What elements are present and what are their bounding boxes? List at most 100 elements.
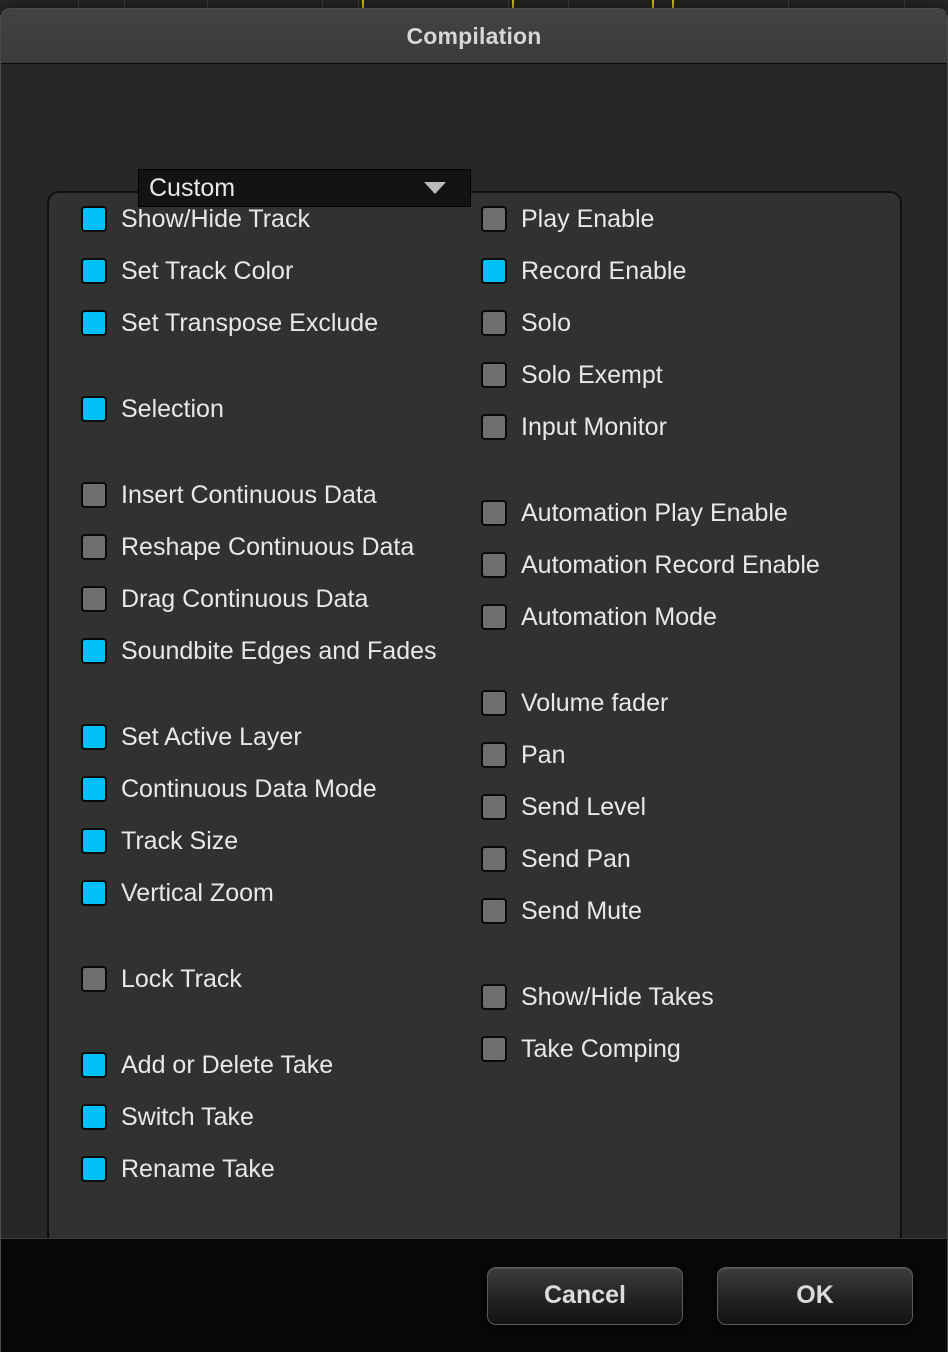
checkbox-solo-exempt[interactable]	[481, 362, 507, 388]
option-label: Lock Track	[121, 964, 242, 993]
option-row-solo-exempt[interactable]: Solo Exempt	[481, 349, 891, 401]
option-label: Set Transpose Exclude	[121, 308, 379, 337]
option-label: Soundbite Edges and Fades	[121, 636, 437, 665]
checkbox-record-enable[interactable]	[481, 258, 507, 284]
dialog-body: Custom Show/Hide Track Set Track Color Set…	[1, 64, 947, 1254]
option-row-soundbite-edges-and-fades[interactable]: Soundbite Edges and Fades	[81, 625, 501, 677]
option-label: Send Level	[521, 792, 647, 821]
checkbox-send-level[interactable]	[481, 794, 507, 820]
option-row-drag-continuous-data[interactable]: Drag Continuous Data	[81, 573, 501, 625]
option-row-set-track-color[interactable]: Set Track Color	[81, 245, 501, 297]
option-row-pan[interactable]: Pan	[481, 729, 891, 781]
option-row-automation-record-enable[interactable]: Automation Record Enable	[481, 539, 891, 591]
option-row-selection[interactable]: Selection	[81, 383, 501, 435]
option-row-input-monitor[interactable]: Input Monitor	[481, 401, 891, 453]
checkbox-send-pan[interactable]	[481, 846, 507, 872]
option-row-vertical-zoom[interactable]: Vertical Zoom	[81, 867, 501, 919]
option-label: Selection	[121, 394, 224, 423]
option-row-lock-track[interactable]: Lock Track	[81, 953, 501, 1005]
option-row-set-active-layer[interactable]: Set Active Layer	[81, 711, 501, 763]
checkbox-pan[interactable]	[481, 742, 507, 768]
checkbox-track-size[interactable]	[81, 828, 107, 854]
checkbox-drag-continuous-data[interactable]	[81, 586, 107, 612]
cancel-button[interactable]: Cancel	[487, 1266, 683, 1325]
option-label: Set Active Layer	[121, 722, 302, 751]
option-row-set-transpose-exclude[interactable]: Set Transpose Exclude	[81, 297, 501, 349]
option-label: Pan	[521, 740, 566, 769]
option-row-automation-play-enable[interactable]: Automation Play Enable	[481, 487, 891, 539]
option-row-take-comping[interactable]: Take Comping	[481, 1023, 891, 1075]
option-label: Rename Take	[121, 1154, 275, 1183]
option-label: Reshape Continuous Data	[121, 532, 415, 561]
option-row-reshape-continuous-data[interactable]: Reshape Continuous Data	[81, 521, 501, 573]
checkbox-automation-record-enable[interactable]	[481, 552, 507, 578]
option-row-send-level[interactable]: Send Level	[481, 781, 891, 833]
option-label: Continuous Data Mode	[121, 774, 377, 803]
checkbox-switch-take[interactable]	[81, 1104, 107, 1130]
options-right-column: Play Enable Record Enable Solo Solo Exempt I…	[481, 193, 891, 1075]
option-label: Record Enable	[521, 256, 687, 285]
checkbox-rename-take[interactable]	[81, 1156, 107, 1182]
checkbox-set-transpose-exclude[interactable]	[81, 310, 107, 336]
chevron-down-icon	[424, 182, 446, 194]
option-label: Automation Record Enable	[521, 550, 820, 579]
checkbox-show-hide-track[interactable]	[81, 206, 107, 232]
checkbox-show-hide-takes[interactable]	[481, 984, 507, 1010]
preset-dropdown[interactable]: Custom	[138, 169, 471, 207]
option-row-solo[interactable]: Solo	[481, 297, 891, 349]
options-left-column: Show/Hide Track Set Track Color Set Transp…	[81, 193, 501, 1195]
option-row-send-mute[interactable]: Send Mute	[481, 885, 891, 937]
checkbox-lock-track[interactable]	[81, 966, 107, 992]
option-row-play-enable[interactable]: Play Enable	[481, 193, 891, 245]
checkbox-set-active-layer[interactable]	[81, 724, 107, 750]
option-label: Show/Hide Takes	[521, 982, 714, 1011]
dialog-footer: Cancel OK	[1, 1238, 947, 1352]
checkbox-vertical-zoom[interactable]	[81, 880, 107, 906]
options-groupbox: Show/Hide Track Set Track Color Set Transp…	[47, 191, 902, 1254]
checkbox-automation-mode[interactable]	[481, 604, 507, 630]
checkbox-selection[interactable]	[81, 396, 107, 422]
dialog-title: Compilation	[406, 22, 542, 49]
checkbox-insert-continuous-data[interactable]	[81, 482, 107, 508]
checkbox-continuous-data-mode[interactable]	[81, 776, 107, 802]
ok-button[interactable]: OK	[717, 1266, 913, 1325]
option-label: Automation Play Enable	[521, 498, 788, 527]
option-row-track-size[interactable]: Track Size	[81, 815, 501, 867]
option-row-rename-take[interactable]: Rename Take	[81, 1143, 501, 1195]
checkbox-solo[interactable]	[481, 310, 507, 336]
checkbox-add-or-delete-take[interactable]	[81, 1052, 107, 1078]
option-row-continuous-data-mode[interactable]: Continuous Data Mode	[81, 763, 501, 815]
option-label: Play Enable	[521, 204, 655, 233]
checkbox-set-track-color[interactable]	[81, 258, 107, 284]
option-row-volume-fader[interactable]: Volume fader	[481, 677, 891, 729]
checkbox-soundbite-edges-and-fades[interactable]	[81, 638, 107, 664]
option-label: Track Size	[121, 826, 239, 855]
option-row-switch-take[interactable]: Switch Take	[81, 1091, 501, 1143]
option-label: Take Comping	[521, 1034, 681, 1063]
checkbox-input-monitor[interactable]	[481, 414, 507, 440]
checkbox-reshape-continuous-data[interactable]	[81, 534, 107, 560]
dialog-titlebar: Compilation	[1, 9, 947, 64]
checkbox-automation-play-enable[interactable]	[481, 500, 507, 526]
option-label: Send Mute	[521, 896, 642, 925]
option-row-show-hide-takes[interactable]: Show/Hide Takes	[481, 971, 891, 1023]
checkbox-take-comping[interactable]	[481, 1036, 507, 1062]
option-row-record-enable[interactable]: Record Enable	[481, 245, 891, 297]
option-label: Input Monitor	[521, 412, 667, 441]
option-row-add-or-delete-take[interactable]: Add or Delete Take	[81, 1039, 501, 1091]
option-label: Volume fader	[521, 688, 669, 717]
checkbox-play-enable[interactable]	[481, 206, 507, 232]
option-label: Drag Continuous Data	[121, 584, 369, 613]
option-label: Solo	[521, 308, 572, 337]
checkbox-volume-fader[interactable]	[481, 690, 507, 716]
option-label: Switch Take	[121, 1102, 254, 1131]
option-label: Show/Hide Track	[121, 204, 310, 233]
option-label: Add or Delete Take	[121, 1050, 334, 1079]
option-row-automation-mode[interactable]: Automation Mode	[481, 591, 891, 643]
option-label: Send Pan	[521, 844, 631, 873]
option-row-insert-continuous-data[interactable]: Insert Continuous Data	[81, 469, 501, 521]
option-row-send-pan[interactable]: Send Pan	[481, 833, 891, 885]
preset-dropdown-value: Custom	[149, 173, 236, 202]
option-label: Vertical Zoom	[121, 878, 274, 907]
checkbox-send-mute[interactable]	[481, 898, 507, 924]
